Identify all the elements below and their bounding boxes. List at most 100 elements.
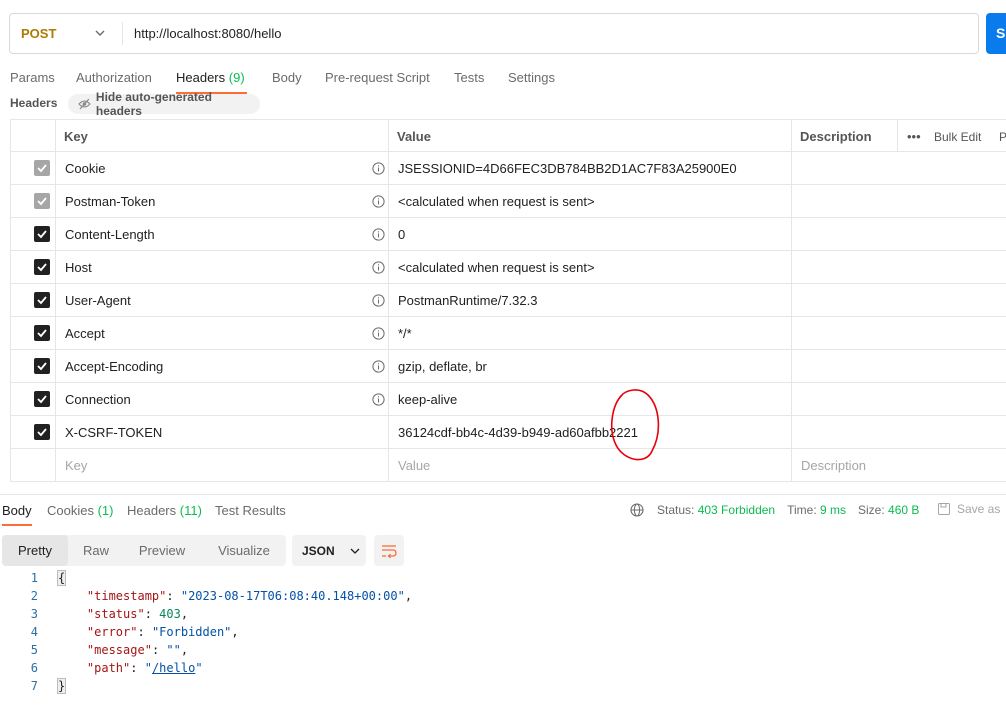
info-icon[interactable] bbox=[372, 393, 385, 406]
url-input[interactable]: http://localhost:8080/hello bbox=[134, 14, 281, 53]
grid-line bbox=[10, 119, 11, 482]
header-value[interactable]: 0 bbox=[398, 218, 405, 251]
check-icon bbox=[37, 230, 47, 239]
response-headers-count: (11) bbox=[179, 503, 202, 518]
visualize-button[interactable]: Visualize bbox=[202, 535, 286, 566]
presets-button[interactable]: P bbox=[999, 120, 1006, 153]
row-checkbox[interactable] bbox=[34, 160, 50, 176]
header-key[interactable]: User-Agent bbox=[65, 284, 131, 317]
path-link[interactable]: /hello bbox=[152, 661, 195, 675]
line-number: 1 bbox=[30, 571, 38, 585]
tab-settings[interactable]: Settings bbox=[508, 70, 555, 94]
header-value[interactable]: PostmanRuntime/7.32.3 bbox=[398, 284, 537, 317]
pretty-button[interactable]: Pretty bbox=[2, 535, 68, 566]
json-key: "error" bbox=[86, 625, 138, 639]
globe-icon[interactable] bbox=[630, 503, 644, 517]
info-icon[interactable] bbox=[372, 360, 385, 373]
row-checkbox[interactable] bbox=[34, 358, 50, 374]
header-value[interactable]: <calculated when request is sent> bbox=[398, 251, 595, 284]
row-checkbox[interactable] bbox=[34, 226, 50, 242]
check-icon bbox=[37, 197, 47, 206]
tab-tests[interactable]: Tests bbox=[454, 70, 484, 94]
header-key[interactable]: Host bbox=[65, 251, 92, 284]
new-value-input[interactable]: Value bbox=[398, 449, 430, 482]
row-checkbox[interactable] bbox=[34, 292, 50, 308]
save-icon bbox=[938, 503, 950, 515]
status-value[interactable]: 403 Forbidden bbox=[698, 503, 775, 517]
header-value[interactable]: gzip, deflate, br bbox=[398, 350, 487, 383]
table-row: Host <calculated when request is sent> bbox=[10, 251, 1006, 284]
row-checkbox[interactable] bbox=[34, 424, 50, 440]
chevron-down-icon bbox=[350, 548, 360, 554]
row-checkbox[interactable] bbox=[34, 391, 50, 407]
new-description-input[interactable]: Description bbox=[801, 449, 866, 482]
size-value[interactable]: 460 B bbox=[888, 503, 919, 517]
code-line: 1 { bbox=[0, 570, 600, 589]
wrap-lines-button[interactable] bbox=[374, 535, 404, 566]
info-icon[interactable] bbox=[372, 294, 385, 307]
check-icon bbox=[37, 296, 47, 305]
header-key[interactable]: Accept bbox=[65, 317, 105, 350]
time-value[interactable]: 9 ms bbox=[820, 503, 846, 517]
table-row: Cookie JSESSIONID=4D66FEC3DB784BB2D1AC7F… bbox=[10, 152, 1006, 185]
table-row: Accept-Encoding gzip, deflate, br bbox=[10, 350, 1006, 383]
tab-prerequest-script[interactable]: Pre-request Script bbox=[325, 70, 430, 94]
code-line: 5 "message": "", bbox=[0, 643, 600, 661]
headers-section-title: Headers bbox=[10, 96, 58, 110]
line-number: 3 bbox=[30, 607, 38, 621]
hide-auto-generated-button[interactable]: Hide auto-generated headers bbox=[68, 90, 260, 118]
header-value[interactable]: keep-alive bbox=[398, 383, 457, 416]
bulk-edit-button[interactable]: Bulk Edit bbox=[934, 120, 981, 153]
header-key[interactable]: Content-Length bbox=[65, 218, 155, 251]
new-key-input[interactable]: Key bbox=[65, 449, 87, 482]
info-icon[interactable] bbox=[372, 162, 385, 175]
table-row: Postman-Token <calculated when request i… bbox=[10, 185, 1006, 218]
response-tab-body[interactable]: Body bbox=[2, 503, 32, 518]
table-row: User-Agent PostmanRuntime/7.32.3 bbox=[10, 284, 1006, 317]
raw-button[interactable]: Raw bbox=[70, 535, 122, 566]
row-checkbox[interactable] bbox=[34, 259, 50, 275]
response-headers-label: Headers bbox=[127, 503, 177, 518]
header-value[interactable]: <calculated when request is sent> bbox=[398, 185, 595, 218]
row-checkbox[interactable] bbox=[34, 325, 50, 341]
tab-params[interactable]: Params bbox=[10, 70, 55, 94]
json-key: "path" bbox=[86, 661, 131, 675]
format-select[interactable]: JSON bbox=[292, 535, 366, 566]
info-icon[interactable] bbox=[372, 327, 385, 340]
response-tab-cookies[interactable]: Cookies (1) bbox=[47, 503, 113, 518]
table-row: Content-Length 0 bbox=[10, 218, 1006, 251]
response-tab-headers[interactable]: Headers (11) bbox=[127, 503, 202, 518]
info-icon[interactable] bbox=[372, 261, 385, 274]
line-number: 6 bbox=[30, 661, 38, 675]
info-icon[interactable] bbox=[372, 228, 385, 241]
format-label: JSON bbox=[302, 543, 335, 558]
preview-button[interactable]: Preview bbox=[126, 535, 198, 566]
header-value[interactable]: */* bbox=[398, 317, 412, 350]
header-value[interactable]: JSESSIONID=4D66FEC3DB784BB2D1AC7F83A2590… bbox=[398, 152, 737, 185]
annotation-circle bbox=[610, 389, 660, 461]
response-tab-test-results[interactable]: Test Results bbox=[215, 503, 286, 518]
header-key[interactable]: Accept-Encoding bbox=[65, 350, 163, 383]
info-icon[interactable] bbox=[372, 195, 385, 208]
tab-body[interactable]: Body bbox=[272, 70, 302, 94]
header-key[interactable]: Postman-Token bbox=[65, 185, 155, 218]
header-key[interactable]: Connection bbox=[65, 383, 131, 416]
tab-headers-label: Headers bbox=[176, 70, 226, 85]
code-line: 6 "path": "/hello" bbox=[0, 661, 600, 679]
json-string: "" bbox=[166, 643, 181, 657]
header-key[interactable]: Cookie bbox=[65, 152, 105, 185]
check-icon bbox=[37, 362, 47, 371]
chevron-down-icon[interactable] bbox=[94, 27, 106, 39]
json-key: "status" bbox=[86, 607, 145, 621]
header-key[interactable]: X-CSRF-TOKEN bbox=[65, 416, 162, 449]
grid-line bbox=[791, 119, 792, 482]
save-as-button[interactable]: Save as bbox=[937, 502, 1000, 516]
check-icon bbox=[37, 263, 47, 272]
row-checkbox[interactable] bbox=[34, 193, 50, 209]
send-button[interactable]: S bbox=[986, 13, 1006, 54]
more-options-icon[interactable]: ••• bbox=[907, 120, 921, 153]
tab-headers-count: (9) bbox=[228, 70, 245, 85]
line-number: 7 bbox=[30, 679, 38, 693]
table-row: Connection keep-alive bbox=[10, 383, 1006, 416]
column-header-description: Description bbox=[800, 129, 872, 144]
